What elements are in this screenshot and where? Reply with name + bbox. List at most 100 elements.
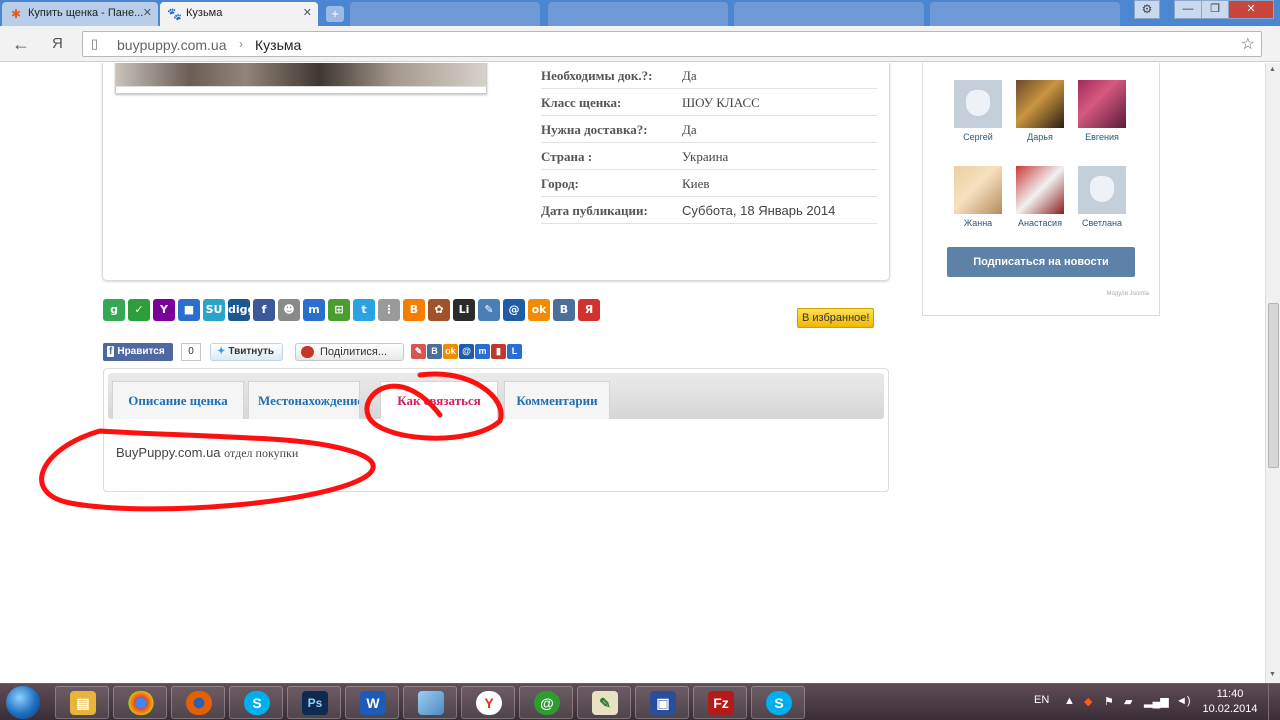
background-tab[interactable] <box>350 2 540 26</box>
browser-tab-1[interactable]: ✱ Купить щенка - Пане... ✕ <box>2 2 158 26</box>
browser-toolbar: ← Я ▯ buypuppy.com.ua › Кузьма ☆ <box>0 26 1280 62</box>
close-tab-icon[interactable]: ✕ <box>303 2 312 25</box>
taskbar-explorer[interactable]: ▤ <box>55 686 109 719</box>
tab-location[interactable]: Местонахождение <box>248 381 360 419</box>
new-tab-button[interactable]: + <box>326 6 344 22</box>
liveinternet-icon[interactable]: L <box>507 344 522 359</box>
show-desktop-button[interactable] <box>1268 684 1280 720</box>
taskbar-save[interactable]: ▣ <box>635 686 689 719</box>
avatar <box>954 80 1002 128</box>
vkontakte-icon[interactable]: B <box>553 299 575 321</box>
google-bookmarks-icon[interactable]: g <box>103 299 125 321</box>
vk-member[interactable]: Евгения <box>1072 80 1132 142</box>
vk-member[interactable]: Жанна <box>948 166 1008 228</box>
scroll-down-icon[interactable]: ▼ <box>1269 671 1276 678</box>
power-icon[interactable]: ▰ <box>1124 695 1132 708</box>
linkedin-icon[interactable]: Li <box>453 299 475 321</box>
app-icon <box>418 691 444 715</box>
start-button[interactable] <box>6 686 40 719</box>
digg-icon[interactable]: digg <box>228 299 255 321</box>
close-window-button[interactable]: ✕ <box>1228 0 1274 19</box>
friendfeed-icon[interactable]: ▮ <box>491 344 506 359</box>
taskbar-mail-agent[interactable]: @ <box>519 686 573 719</box>
taskbar-skype[interactable]: S <box>229 686 283 719</box>
vk-member[interactable]: Анастасия <box>1010 166 1070 228</box>
taskbar-notepad[interactable]: ✎ <box>577 686 631 719</box>
mail-ru-icon[interactable]: @ <box>459 344 474 359</box>
twitter-bird-icon: ✦ <box>217 346 226 357</box>
background-tab[interactable] <box>930 2 1120 26</box>
livejournal-icon[interactable]: ✎ <box>411 344 426 359</box>
background-tab[interactable] <box>734 2 924 26</box>
facebook-like-label: Нравится <box>117 346 165 357</box>
taskbar-yandex[interactable]: Y <box>461 686 515 719</box>
tweet-label: Твитнуть <box>228 346 275 357</box>
close-tab-icon[interactable]: ✕ <box>143 2 152 25</box>
module-label: Модули Joomla <box>1106 291 1149 297</box>
delicious-icon[interactable]: ■ <box>178 299 200 321</box>
scroll-up-icon[interactable]: ▲ <box>1269 66 1276 73</box>
gear-icon[interactable]: ⚙ <box>1134 0 1160 19</box>
vertical-scrollbar[interactable]: ▲ ▼ <box>1265 63 1280 683</box>
vk-member[interactable]: Светлана <box>1072 166 1132 228</box>
tab-description[interactable]: Описание щенка <box>112 381 244 419</box>
browser-tab-2[interactable]: 🐾 Кузьма ✕ <box>160 2 318 26</box>
back-arrow-icon[interactable]: ← <box>12 34 30 54</box>
twitter-icon[interactable]: t <box>353 299 375 321</box>
tab-contacts[interactable]: Как связаться <box>380 381 498 419</box>
taskbar-skype-2[interactable]: S <box>751 686 805 719</box>
myspace-icon[interactable]: m <box>475 344 490 359</box>
minimize-button[interactable]: — <box>1174 0 1202 19</box>
window-controls: — ❐ ✕ <box>1174 0 1274 19</box>
odnoklassniki-icon[interactable]: ok <box>443 344 458 359</box>
blogger-icon[interactable]: B <box>403 299 425 321</box>
detail-value: Украина <box>682 149 729 164</box>
taskbar-firefox[interactable] <box>171 686 225 719</box>
share-button[interactable]: Поділитися... <box>295 343 404 361</box>
flag-icon[interactable]: ⚑ <box>1104 695 1114 708</box>
taskbar-photoshop[interactable]: Ps <box>287 686 341 719</box>
background-tab[interactable] <box>548 2 728 26</box>
clock[interactable]: 11:40 10.02.2014 <box>1198 687 1262 717</box>
facebook-like-button[interactable]: f Нравится <box>103 343 173 361</box>
subscribe-button[interactable]: Подписаться на новости <box>947 247 1135 277</box>
taskbar-word[interactable]: W <box>345 686 399 719</box>
reddit-icon[interactable]: ☻ <box>278 299 300 321</box>
add-to-favorites-button[interactable]: В избранное! <box>797 308 875 328</box>
address-bar[interactable]: ▯ buypuppy.com.ua › Кузьма ☆ <box>82 31 1262 57</box>
puppy-photo[interactable] <box>115 63 487 94</box>
language-indicator[interactable]: EN <box>1034 694 1049 706</box>
google-buzz-icon[interactable]: ✓ <box>128 299 150 321</box>
maximize-button[interactable]: ❐ <box>1201 0 1229 19</box>
bobrdobr-icon[interactable]: ✎ <box>478 299 500 321</box>
vkontakte-icon[interactable]: B <box>427 344 442 359</box>
vk-member[interactable]: Дарья <box>1010 80 1070 142</box>
volume-icon[interactable]: ◄) <box>1176 695 1191 707</box>
tray-app-icon[interactable]: ◆ <box>1084 695 1092 708</box>
yahoo-icon[interactable]: Y <box>153 299 175 321</box>
tray-expand-icon[interactable]: ▲ <box>1064 695 1075 707</box>
taskbar-chrome[interactable] <box>113 686 167 719</box>
tab-comments[interactable]: Комментарии <box>504 381 610 419</box>
bookmark-star-icon[interactable]: ☆ <box>1241 34 1255 54</box>
vk-member[interactable]: Сергей <box>948 80 1008 142</box>
windows-live-icon[interactable]: ⊞ <box>328 299 350 321</box>
network-icon[interactable]: ▂▄▆ <box>1144 695 1169 708</box>
memori-icon[interactable]: ✿ <box>428 299 450 321</box>
facebook-icon: f <box>107 346 115 357</box>
odnoklassniki-icon[interactable]: ok <box>528 299 550 321</box>
detail-label: Страна : <box>541 149 593 164</box>
yandex-button[interactable]: Я <box>52 34 63 54</box>
yandex-icon[interactable]: Я <box>578 299 600 321</box>
facebook-icon[interactable]: f <box>253 299 275 321</box>
mail-ru-icon[interactable]: @ <box>503 299 525 321</box>
taskbar-app[interactable] <box>403 686 457 719</box>
print-icon[interactable]: ⋮ <box>378 299 400 321</box>
myspace-icon[interactable]: m <box>303 299 325 321</box>
stumbleupon-icon[interactable]: SU <box>203 299 225 321</box>
detail-label: Дата публикации: <box>541 203 648 218</box>
taskbar-filezilla[interactable]: Fz <box>693 686 747 719</box>
tweet-button[interactable]: ✦ Твитнуть <box>210 343 283 361</box>
skype-icon: S <box>244 691 270 715</box>
scrollbar-thumb[interactable] <box>1268 303 1279 468</box>
